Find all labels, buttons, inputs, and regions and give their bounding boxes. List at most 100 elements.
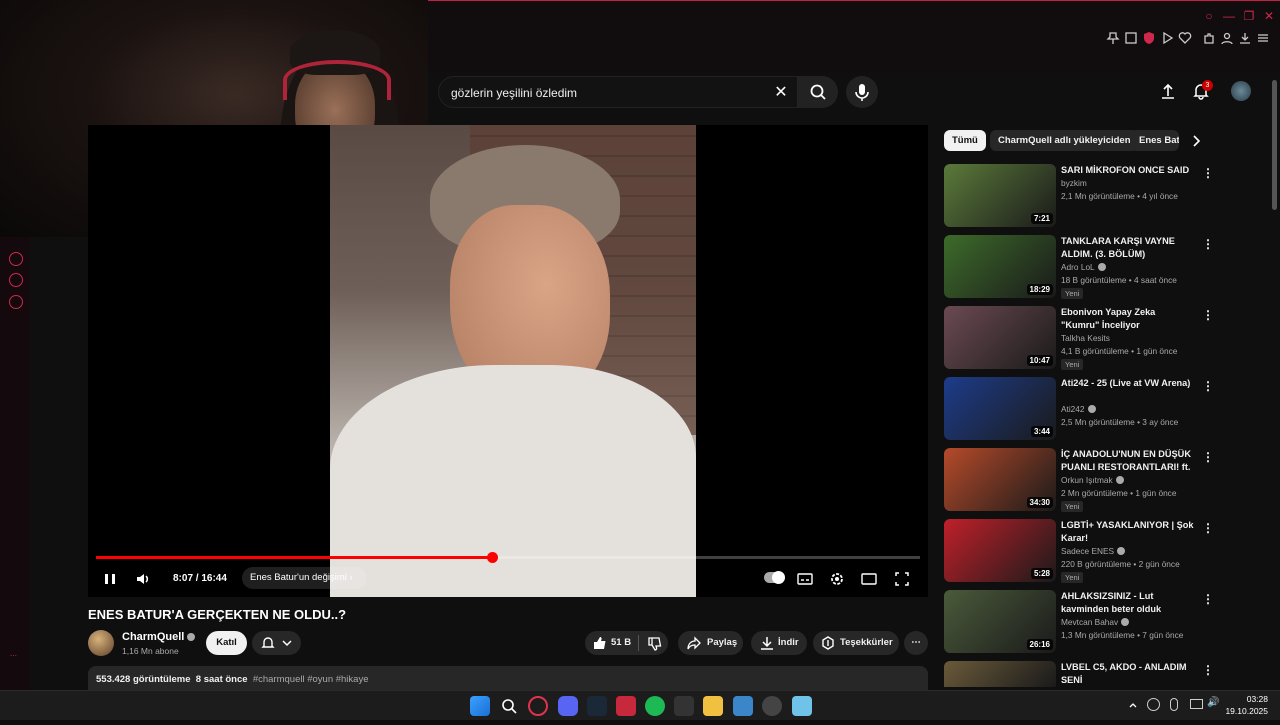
upload-icon[interactable] (1159, 82, 1177, 100)
theater-mode-icon[interactable] (860, 569, 878, 589)
more-options-icon[interactable]: ⋮ (1202, 166, 1214, 180)
recommendation-thumbnail[interactable]: 7:21 (944, 164, 1056, 227)
recommendation-channel[interactable]: Orkun Işıtmak (1061, 475, 1124, 485)
avatar[interactable] (1231, 81, 1251, 101)
logitech-app[interactable] (674, 696, 694, 716)
recommendation-channel[interactable]: Mevtcan Bahav (1061, 617, 1130, 627)
spotify-app[interactable] (645, 696, 665, 716)
recommendation-channel[interactable]: Ati242 (1061, 404, 1096, 414)
chip-enes-batur[interactable]: Enes Batur (1131, 130, 1179, 151)
snapshot-icon[interactable] (1124, 31, 1138, 45)
description-box[interactable]: 553.428 görüntüleme 8 saat önce #charmqu… (88, 666, 928, 690)
share-button[interactable]: Paylaş (678, 631, 743, 655)
recommendation-thumbnail[interactable]: 26:16 (944, 590, 1056, 653)
chip-from-uploader[interactable]: CharmQuell adlı yükleyiciden (990, 130, 1139, 151)
settings-icon[interactable] (9, 295, 23, 309)
history-icon[interactable] (9, 252, 23, 266)
recommendation-title[interactable]: SARI MİKROFON ONCE SAID (1061, 164, 1196, 177)
sync-icon[interactable] (1147, 698, 1160, 711)
opera-gx-app[interactable] (528, 696, 548, 716)
recommendation-title[interactable]: LVBEL C5, AKDO - ANLADIM SENİ (1061, 661, 1196, 687)
menu-icon[interactable] (1256, 31, 1270, 45)
recommendation-thumbnail[interactable]: 10:47 (944, 306, 1056, 369)
shield-icon[interactable] (1142, 31, 1156, 45)
autoplay-toggle[interactable] (764, 571, 785, 584)
tray-chevron-icon[interactable] (1128, 700, 1138, 710)
recommendation-item[interactable]: 18:29 TANKLARA KARŞI VAYNE ALDIM. (3. BÖL… (944, 235, 1219, 299)
file-explorer-app[interactable] (703, 696, 723, 716)
discord-app[interactable] (558, 696, 578, 716)
more-options-icon[interactable]: ⋮ (1202, 521, 1214, 535)
search-input[interactable]: gözlerin yeşilini özledim ✕ (438, 76, 798, 108)
recommendation-title[interactable]: Ebonivon Yapay Zeka "Kumru" İnceliyor (1061, 306, 1196, 332)
recommendation-title[interactable]: Ati242 - 25 (Live at VW Arena) (1061, 377, 1196, 390)
download-icon[interactable] (1238, 31, 1252, 45)
video-player[interactable]: 8:07 / 16:44 Enes Batur'un değişimi › (88, 125, 928, 597)
pause-icon[interactable] (100, 569, 120, 589)
download-button[interactable]: İndir (751, 631, 807, 655)
close-icon[interactable]: ✕ (1262, 9, 1276, 23)
taskbar-search-icon[interactable] (500, 697, 518, 715)
minimize-icon[interactable]: — (1222, 9, 1236, 23)
recommendation-item[interactable]: 10:47 Ebonivon Yapay Zeka "Kumru" İnceliy… (944, 306, 1219, 370)
scrubber-handle[interactable] (486, 552, 498, 563)
more-options-icon[interactable]: ⋮ (1202, 450, 1214, 464)
recommendation-item[interactable]: 5:28 LGBTİ+ YASAKLANIYOR | Şok Karar! Sade… (944, 519, 1219, 583)
settings-icon[interactable] (828, 569, 846, 589)
more-options-icon[interactable]: ⋮ (1202, 592, 1214, 606)
chevron-right-icon[interactable] (1190, 134, 1202, 148)
thumbs-down-icon[interactable] (647, 636, 663, 652)
play-icon[interactable] (1160, 31, 1174, 45)
scrollbar[interactable] (1272, 80, 1277, 210)
recommendation-title[interactable]: İÇ ANADOLU'NUN EN DÜŞÜK PUANLI RESTORANT… (1061, 448, 1196, 474)
maximize-icon[interactable]: ❐ (1242, 9, 1256, 23)
volume-icon[interactable] (133, 569, 153, 589)
more-options-icon[interactable]: ⋮ (1202, 237, 1214, 251)
recommendation-title[interactable]: AHLAKSIZSINIZ - Lut kavminden beter oldu… (1061, 590, 1196, 616)
recommendation-thumbnail[interactable] (944, 661, 1056, 687)
channel-avatar[interactable] (88, 630, 114, 656)
fullscreen-icon[interactable] (893, 569, 911, 589)
chip-all[interactable]: Tümü (944, 130, 986, 151)
more-options-icon[interactable]: ⋮ (1202, 663, 1214, 677)
recommendation-item[interactable]: 7:21 SARI MİKROFON ONCE SAID byzkim 2,1 Mn … (944, 164, 1219, 228)
clock-time[interactable]: 03:28 (1232, 694, 1268, 704)
sidebar-more-icon[interactable]: ⋯ (10, 652, 17, 660)
search-tabs-icon[interactable]: ○ (1202, 9, 1216, 23)
recommendation-item[interactable]: 3:44 Ati242 - 25 (Live at VW Arena) Ati242… (944, 377, 1219, 441)
chapter-button[interactable]: Enes Batur'un değişimi › (242, 567, 367, 589)
voice-search-button[interactable] (846, 76, 878, 108)
recommendation-channel[interactable]: byzkim (1061, 178, 1087, 188)
clear-search-icon[interactable]: ✕ (771, 83, 791, 103)
system-app[interactable] (762, 696, 782, 716)
subtitles-icon[interactable] (796, 569, 814, 589)
display-icon[interactable] (1190, 699, 1203, 709)
channel-name[interactable]: CharmQuell (122, 631, 196, 643)
subscribe-bell-button[interactable] (252, 631, 301, 655)
recommendation-channel[interactable]: Talkha Kesits (1061, 333, 1110, 343)
thanks-button[interactable]: Teşekkürler (813, 631, 899, 655)
start-button[interactable] (470, 696, 490, 716)
extensions-icon[interactable] (1202, 31, 1216, 45)
recommendation-channel[interactable]: Sadece ENES (1061, 546, 1126, 556)
pinboard-icon[interactable] (9, 273, 23, 287)
red-app[interactable] (616, 696, 636, 716)
more-actions-button[interactable]: ⋯ (904, 631, 928, 655)
steam-app[interactable] (587, 696, 607, 716)
search-button[interactable] (798, 76, 838, 108)
recommendation-title[interactable]: LGBTİ+ YASAKLANIYOR | Şok Karar! (1061, 519, 1196, 545)
recommendation-thumbnail[interactable]: 5:28 (944, 519, 1056, 582)
more-options-icon[interactable]: ⋮ (1202, 308, 1214, 322)
mic-tray-icon[interactable] (1170, 698, 1178, 711)
like-button[interactable]: 51 B (585, 631, 668, 655)
heart-icon[interactable] (1178, 31, 1192, 45)
recommendation-item[interactable]: 26:16 AHLAKSIZSINIZ - Lut kavminden beter… (944, 590, 1219, 654)
join-button[interactable]: Katıl (206, 631, 247, 655)
speaker-icon[interactable]: 🔊 (1207, 697, 1219, 708)
recommendation-channel[interactable]: Adro LoL (1061, 262, 1106, 272)
recommendation-thumbnail[interactable]: 18:29 (944, 235, 1056, 298)
notepad-app[interactable] (792, 696, 812, 716)
hashtags[interactable]: #charmquell #oyun #hikaye (253, 674, 369, 685)
recommendation-title[interactable]: TANKLARA KARŞI VAYNE ALDIM. (3. BÖLÜM) (1061, 235, 1196, 261)
clock-date[interactable]: 19.10.2025 (1224, 706, 1268, 716)
